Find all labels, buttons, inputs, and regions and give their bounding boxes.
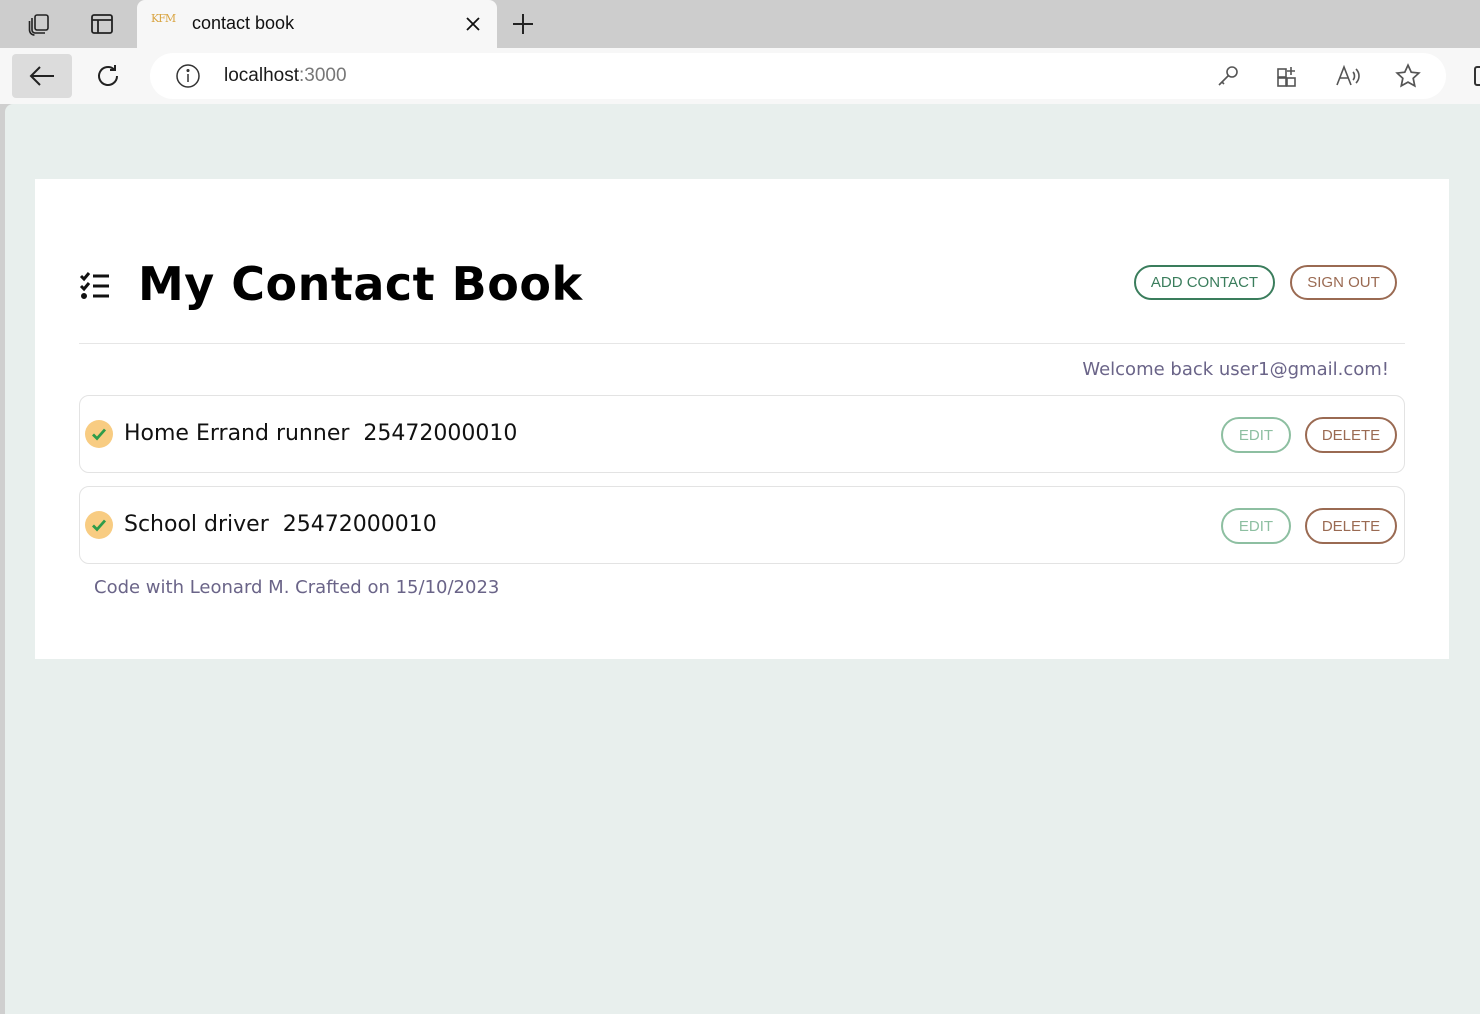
header-divider — [79, 343, 1405, 344]
close-icon[interactable] — [463, 14, 483, 34]
edit-button[interactable]: EDIT — [1221, 508, 1291, 544]
url-port: :3000 — [299, 65, 347, 86]
info-icon[interactable] — [176, 64, 200, 88]
footer-credit: Code with Leonard M. Crafted on 15/10/20… — [94, 577, 500, 598]
check-icon — [85, 511, 113, 539]
delete-button[interactable]: DELETE — [1305, 508, 1397, 544]
contact-name-phone: Home Errand runner 25472000010 — [124, 421, 518, 446]
delete-button[interactable]: DELETE — [1305, 417, 1397, 453]
welcome-message: Welcome back user1@gmail.com! — [1082, 359, 1389, 380]
favorite-star-icon[interactable] — [1395, 63, 1421, 89]
url-text[interactable]: localhost:3000 — [224, 65, 347, 87]
contact-book-card: My Contact Book ADD CONTACT SIGN OUT Wel… — [35, 179, 1449, 659]
contact-name-phone: School driver 25472000010 — [124, 512, 437, 537]
contact-row: School driver 25472000010 EDIT DELETE — [79, 486, 1405, 564]
read-aloud-icon[interactable] — [1335, 63, 1361, 89]
favicon: KFM — [151, 12, 176, 25]
contact-row: Home Errand runner 25472000010 EDIT DELE… — [79, 395, 1405, 473]
sign-out-button[interactable]: SIGN OUT — [1290, 265, 1397, 300]
url-host: localhost — [224, 65, 299, 86]
apps-icon[interactable] — [1275, 63, 1301, 89]
active-tab[interactable]: KFM contact book — [137, 0, 497, 48]
tab-actions-icon[interactable] — [88, 10, 116, 38]
checklist-icon — [79, 269, 111, 301]
page-viewport: My Contact Book ADD CONTACT SIGN OUT Wel… — [5, 104, 1480, 1014]
address-bar[interactable]: localhost:3000 — [150, 53, 1446, 99]
reload-button[interactable] — [78, 54, 138, 98]
check-icon — [85, 420, 113, 448]
browser-toolbar: localhost:3000 — [0, 48, 1480, 104]
edit-button[interactable]: EDIT — [1221, 417, 1291, 453]
page-title: My Contact Book — [138, 257, 583, 311]
tab-strip: KFM contact book — [0, 0, 1480, 48]
sidebar-toggle-icon[interactable] — [1474, 66, 1480, 86]
workspaces-icon[interactable] — [25, 10, 53, 38]
tab-title: contact book — [192, 13, 295, 33]
add-contact-button[interactable]: ADD CONTACT — [1134, 265, 1275, 300]
back-button[interactable] — [12, 54, 72, 98]
key-icon[interactable] — [1215, 63, 1241, 89]
plus-icon[interactable] — [509, 10, 537, 38]
